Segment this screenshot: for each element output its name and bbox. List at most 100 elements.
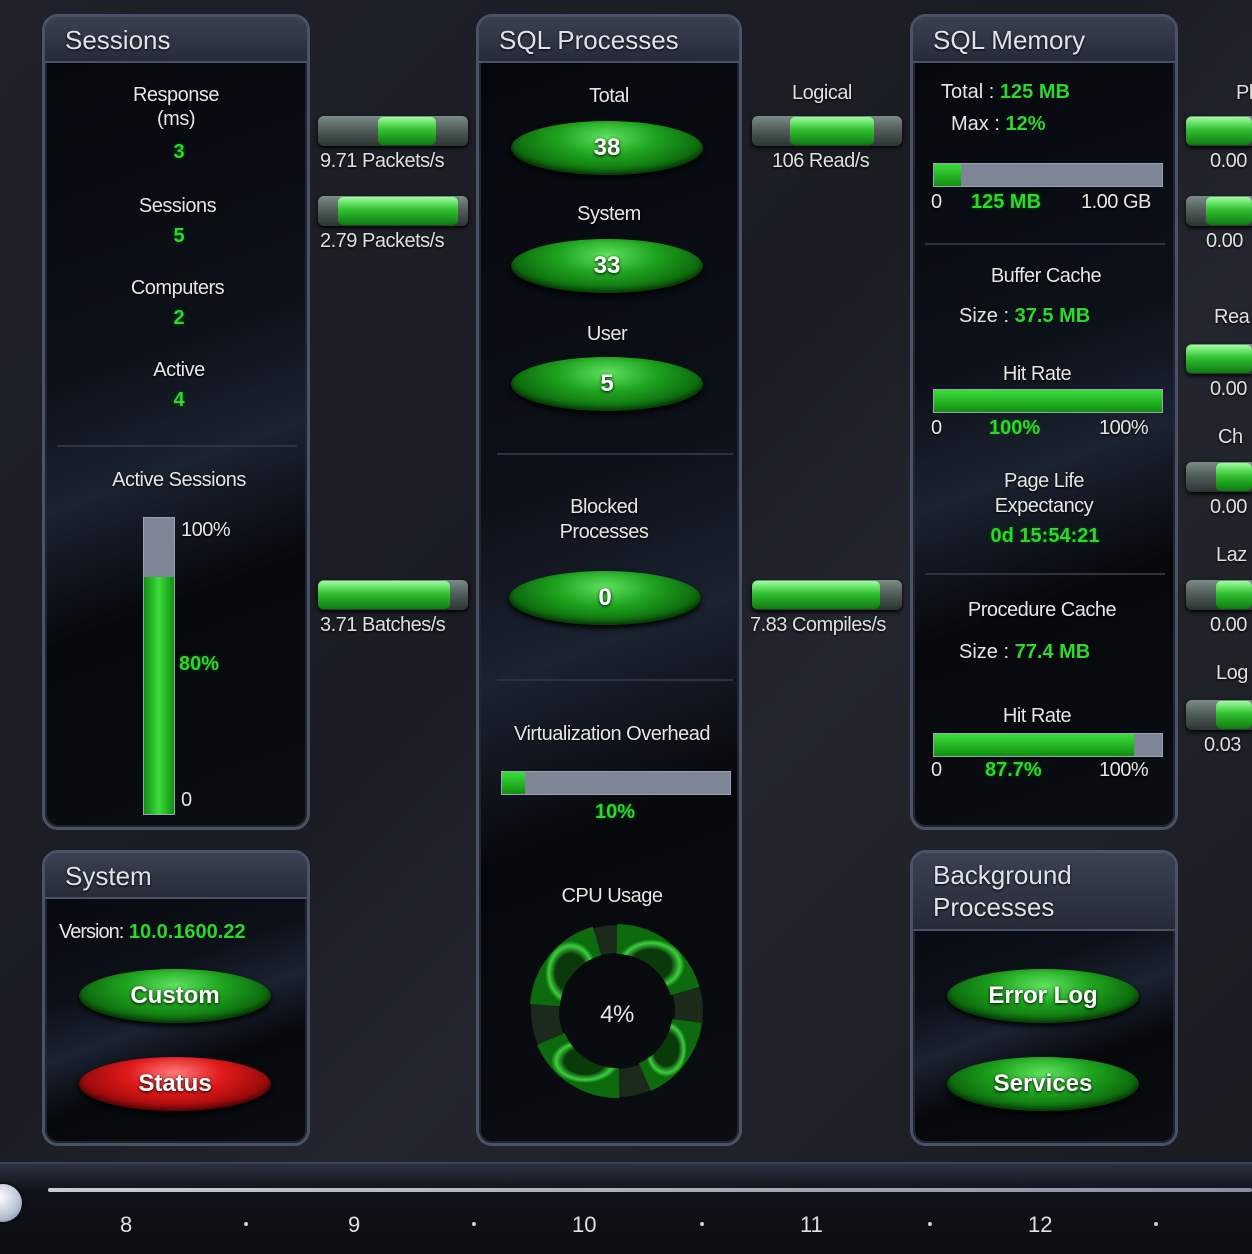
- cpu-value: 4%: [600, 1001, 634, 1028]
- sessions-title: Sessions: [45, 17, 307, 63]
- version-row: Version: 10.0.1600.22: [59, 921, 246, 944]
- sql-processes-title: SQL Processes: [479, 17, 739, 63]
- timeline-track[interactable]: [48, 1188, 1252, 1192]
- logical-label: Logical: [792, 82, 852, 104]
- proc-size-row: Size : 77.4 MB: [959, 641, 1090, 664]
- virtualization-label: Virtualization Overhead: [513, 723, 711, 745]
- right-value-1: 0.00: [1206, 230, 1243, 252]
- blocked-label: Blocked Processes: [559, 496, 649, 543]
- system-title: System: [45, 853, 307, 899]
- memory-current: 125 MB: [971, 191, 1042, 213]
- right-pipe-3: [1186, 462, 1252, 492]
- background-processes-panel: Background Processes Error Log Services: [910, 850, 1178, 1146]
- memory-bar-fill: [934, 164, 962, 186]
- buffer-hit-label: Hit Rate: [1002, 363, 1072, 385]
- total-value: 38: [511, 121, 703, 175]
- timeline-bar[interactable]: [0, 1162, 1252, 1254]
- sql-processes-panel: SQL Processes Total 38 System 33 User 5 …: [476, 14, 742, 1146]
- proc-size-label: Size :: [959, 641, 1010, 663]
- packets-out-pipe: [318, 196, 468, 226]
- buffer-cache-label: Buffer Cache: [990, 265, 1102, 287]
- system-processes-label: System: [577, 203, 641, 225]
- active-label: Active: [153, 359, 205, 381]
- right-pipe-4: [1186, 580, 1252, 610]
- user-processes-value: 5: [511, 357, 703, 411]
- processes-divider-2: [497, 679, 733, 681]
- proc-min: 0: [931, 759, 942, 781]
- background-processes-title: Background Processes: [913, 853, 1175, 931]
- computers-label: Computers: [130, 277, 225, 299]
- sessions-panel: Sessions Response (ms) 3 Sessions 5 Comp…: [42, 14, 310, 830]
- right-value-4: 0.00: [1210, 614, 1247, 636]
- memory-max-value: 12%: [1005, 113, 1046, 135]
- buffer-value: 100%: [989, 417, 1041, 439]
- sql-memory-title: SQL Memory: [913, 17, 1175, 63]
- timeline-tick-10: 10: [572, 1212, 597, 1237]
- proc-hit-bar-fill: [934, 734, 1134, 756]
- buffer-hit-bar: [933, 389, 1163, 413]
- right-label-1: Rea: [1214, 306, 1250, 328]
- right-label-3: Laz: [1216, 544, 1247, 566]
- response-label: Response (ms): [132, 84, 220, 130]
- right-value-5: 0.03: [1204, 734, 1241, 756]
- memory-max-label: Max :: [951, 113, 1000, 135]
- memory-total-label: Total :: [941, 81, 995, 103]
- system-panel: System Version: 10.0.1600.22 Custom Stat…: [42, 850, 310, 1146]
- error-log-button[interactable]: Error Log: [947, 969, 1139, 1023]
- right-value-2: 0.00: [1210, 378, 1247, 400]
- timeline-tick-11: 11: [800, 1212, 823, 1237]
- compiles-rate: 7.83 Compiles/s: [750, 614, 886, 636]
- timeline-tick-9: 9: [348, 1212, 361, 1237]
- memory-max: 1.00 GB: [1081, 191, 1151, 213]
- buffer-hit-bar-fill: [934, 390, 1162, 412]
- active-sessions-gauge: [143, 517, 175, 815]
- procedure-cache-label: Procedure Cache: [967, 599, 1117, 621]
- buffer-min: 0: [931, 417, 942, 439]
- timeline-dot: [1154, 1222, 1158, 1226]
- services-button[interactable]: Services: [947, 1057, 1139, 1111]
- right-pipe-2: [1186, 344, 1252, 374]
- buffer-size-label: Size :: [959, 305, 1010, 327]
- timeline-dot: [244, 1222, 248, 1226]
- memory-bar: [933, 163, 1163, 187]
- packets-out-rate: 2.79 Packets/s: [320, 230, 445, 252]
- gauge-top-label: 100%: [181, 519, 231, 541]
- proc-hit-label: Hit Rate: [1002, 705, 1072, 727]
- buffer-size-row: Size : 37.5 MB: [959, 305, 1090, 328]
- system-processes-value: 33: [511, 239, 703, 293]
- gauge-value: 80%: [179, 653, 220, 675]
- proc-size-value: 77.4 MB: [1014, 641, 1091, 663]
- active-sessions-label: Active Sessions: [112, 469, 246, 491]
- sessions-label: Sessions: [138, 195, 217, 217]
- user-processes-label: User: [586, 323, 628, 345]
- virtualization-value: 10%: [594, 801, 636, 823]
- cpu-label: CPU Usage: [561, 885, 663, 907]
- status-button[interactable]: Status: [79, 1057, 271, 1111]
- timeline-tick-12: 12: [1028, 1212, 1053, 1237]
- right-label-4: Log: [1216, 662, 1248, 684]
- compiles-pipe: [752, 580, 902, 610]
- memory-divider-2: [925, 573, 1165, 575]
- memory-total-row: Total : 125 MB: [941, 81, 1070, 104]
- version-value: 10.0.1600.22: [128, 921, 246, 943]
- right-pipe-1: [1186, 196, 1252, 226]
- batches-pipe: [318, 580, 468, 610]
- virtualization-bar: [501, 771, 731, 795]
- version-label: Version:: [59, 921, 124, 943]
- memory-total-value: 125 MB: [999, 81, 1070, 103]
- gauge-bottom-label: 0: [181, 789, 192, 811]
- sessions-divider: [57, 445, 297, 447]
- packets-in-rate: 9.71 Packets/s: [320, 150, 445, 172]
- proc-max: 100%: [1099, 759, 1149, 781]
- sql-memory-panel: SQL Memory Total : 125 MB Max : 12% 0 12…: [910, 14, 1178, 830]
- right-pipe-0: [1186, 116, 1252, 146]
- sessions-value: 5: [173, 225, 185, 247]
- custom-button[interactable]: Custom: [79, 969, 271, 1023]
- page-life-label: Page Life Expectancy: [994, 470, 1094, 517]
- memory-divider-1: [925, 243, 1165, 245]
- packets-in-pipe: [318, 116, 468, 146]
- reads-pipe: [752, 116, 902, 146]
- response-value: 3: [173, 141, 185, 163]
- batches-rate: 3.71 Batches/s: [320, 614, 446, 636]
- timeline-dot: [928, 1222, 932, 1226]
